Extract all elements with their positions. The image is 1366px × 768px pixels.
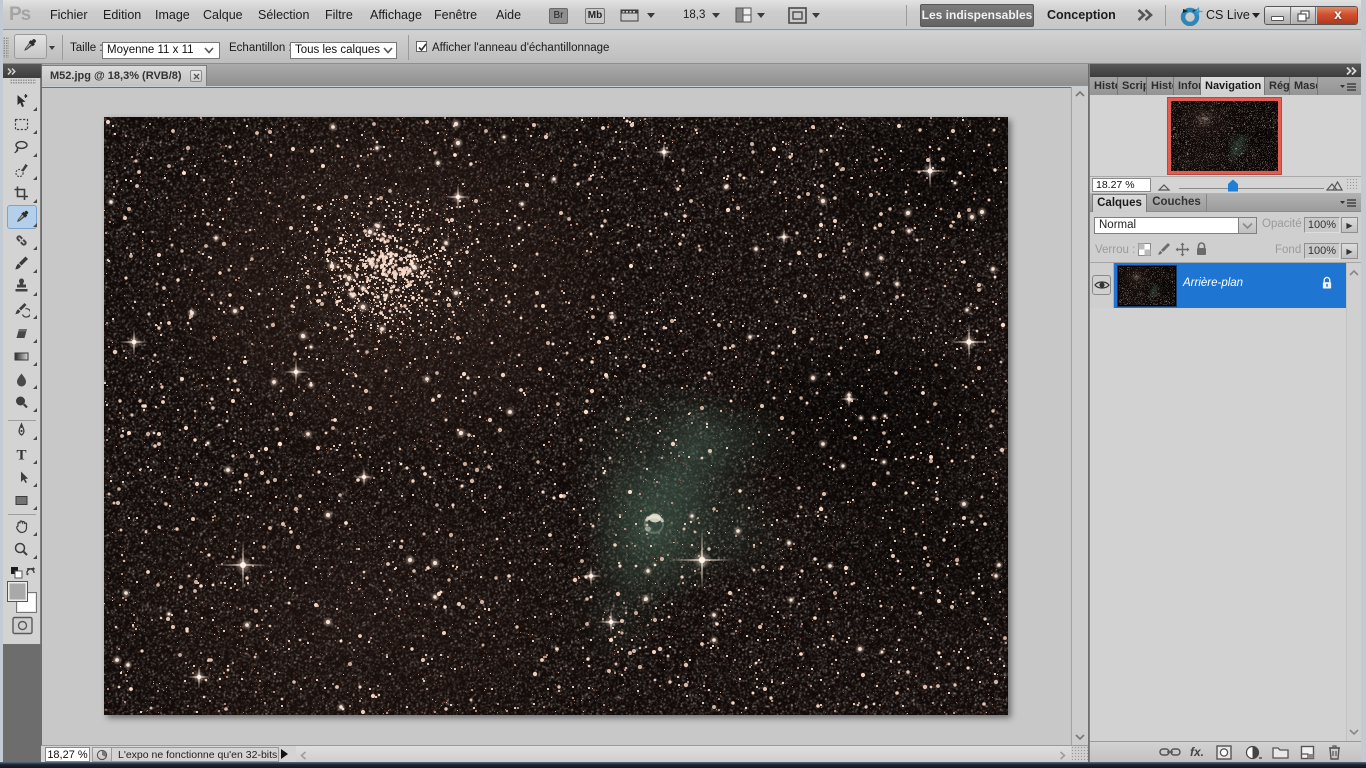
svg-text:T: T <box>16 448 26 464</box>
